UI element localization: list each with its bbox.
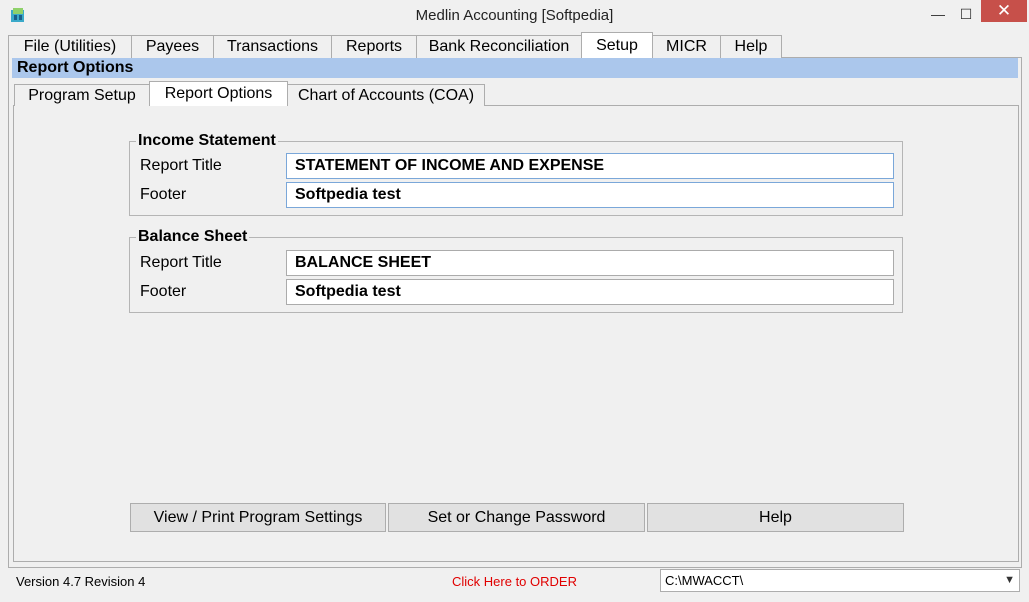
tab-help[interactable]: Help [720, 35, 782, 58]
sub-tab-bar: Program Setup Report Options Chart of Ac… [14, 81, 485, 106]
tab-file-utilities[interactable]: File (Utilities) [8, 35, 132, 58]
order-link[interactable]: Click Here to ORDER [452, 574, 577, 589]
version-label: Version 4.7 Revision 4 [16, 574, 146, 589]
view-print-settings-button[interactable]: View / Print Program Settings [130, 503, 386, 532]
tab-reports[interactable]: Reports [331, 35, 417, 58]
minimize-button[interactable]: — [925, 2, 951, 26]
subtab-program-setup[interactable]: Program Setup [14, 84, 150, 106]
tab-setup[interactable]: Setup [581, 32, 653, 58]
balance-footer-label: Footer [140, 283, 187, 300]
tab-payees[interactable]: Payees [131, 35, 214, 58]
tab-micr[interactable]: MICR [652, 35, 721, 58]
main-tab-bar: File (Utilities) Payees Transactions Rep… [8, 32, 782, 58]
income-footer-input[interactable] [286, 182, 894, 208]
balance-sheet-legend: Balance Sheet [136, 228, 250, 246]
change-password-button[interactable]: Set or Change Password [388, 503, 645, 532]
close-button[interactable]: ✕ [981, 0, 1027, 22]
chevron-down-icon: ▼ [1004, 574, 1015, 586]
maximize-button[interactable]: ☐ [953, 2, 979, 26]
title-bar: Medlin Accounting [Softpedia] — ☐ ✕ [0, 0, 1029, 32]
balance-report-title-input[interactable] [286, 250, 894, 276]
income-report-title-label: Report Title [140, 157, 222, 174]
subtab-report-options[interactable]: Report Options [149, 81, 288, 106]
balance-report-title-label: Report Title [140, 254, 222, 271]
balance-footer-input[interactable] [286, 279, 894, 305]
help-button[interactable]: Help [647, 503, 904, 532]
window-title: Medlin Accounting [Softpedia] [415, 7, 614, 24]
income-footer-label: Footer [140, 186, 187, 203]
section-header: Report Options [12, 58, 1018, 78]
tab-transactions[interactable]: Transactions [213, 35, 332, 58]
path-select[interactable]: C:\MWACCT\ ▼ [660, 569, 1020, 592]
income-report-title-input[interactable] [286, 153, 894, 179]
tab-bank-reconciliation[interactable]: Bank Reconciliation [416, 35, 582, 58]
path-value: C:\MWACCT\ [665, 573, 744, 588]
income-statement-legend: Income Statement [136, 132, 278, 150]
subtab-chart-of-accounts[interactable]: Chart of Accounts (COA) [287, 84, 485, 106]
